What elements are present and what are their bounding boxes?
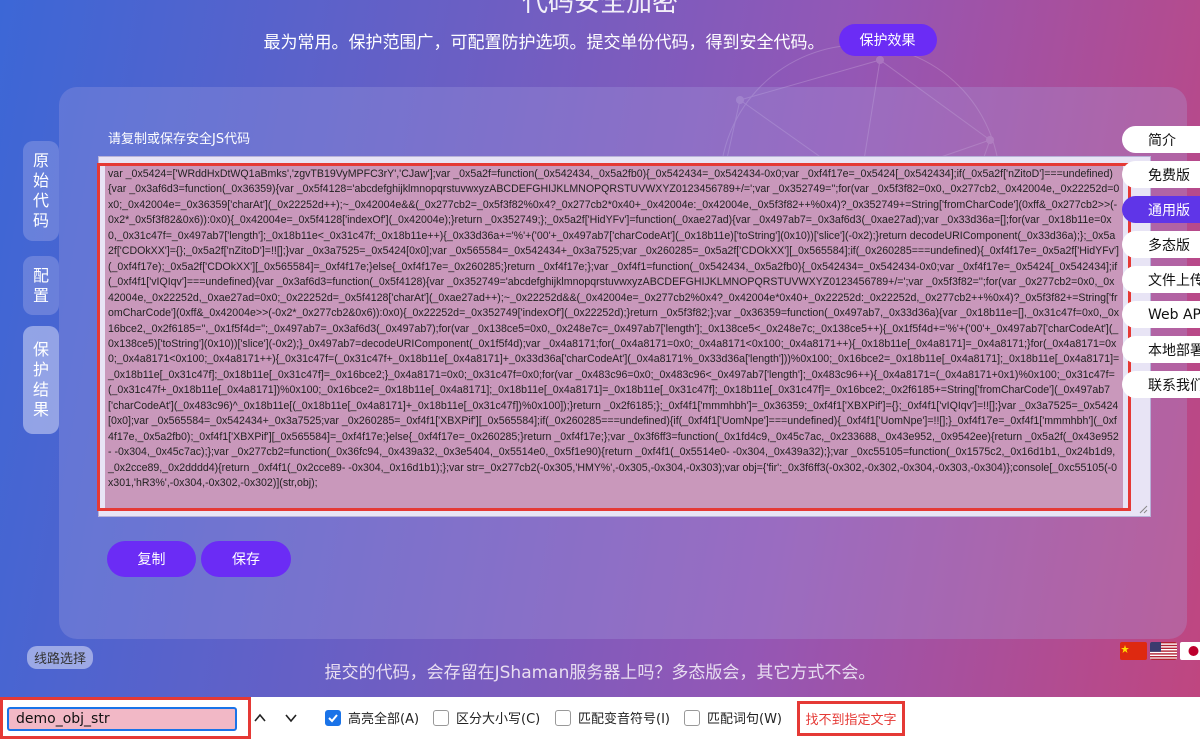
match-diacritics-checkbox[interactable] — [555, 709, 571, 726]
subtitle: 最为常用。保护范围广，可配置防护选项。提交单份代码，得到安全代码。 — [263, 32, 825, 53]
find-previous-button[interactable] — [250, 708, 270, 728]
highlight-all-option[interactable]: 高亮全部(A) — [325, 708, 419, 727]
whole-words-checkbox[interactable] — [684, 709, 700, 726]
match-diacritics-label: 匹配变音符号(I) — [578, 712, 670, 727]
find-status-text: 找不到指定文字 — [805, 713, 897, 728]
find-next-button[interactable] — [281, 708, 301, 728]
japan-flag-icon[interactable] — [1180, 642, 1200, 660]
match-case-label: 区分大小写(C) — [456, 712, 541, 727]
tab-char: 护 — [32, 360, 49, 379]
tab-char: 始 — [32, 171, 49, 190]
find-input[interactable]: demo_obj_str — [7, 707, 237, 731]
nav-item-file-upload[interactable]: 文件上传 — [1122, 266, 1200, 293]
highlight-all-checkbox[interactable] — [325, 709, 341, 726]
china-flag-icon[interactable] — [1120, 642, 1147, 660]
chevron-up-icon — [254, 713, 266, 722]
nav-item-intro[interactable]: 简介 — [1122, 126, 1200, 153]
page-title: 代码安全加密 — [521, 0, 678, 18]
nav-item-local-deploy[interactable]: 本地部署 — [1122, 336, 1200, 363]
match-case-option[interactable]: 区分大小写(C) — [433, 708, 540, 727]
tab-char: 保 — [32, 340, 49, 359]
nav-item-general[interactable]: 通用版 — [1122, 196, 1200, 223]
protection-effect-button[interactable]: 保护效果 — [838, 24, 937, 56]
nav-item-web-api[interactable]: Web API — [1122, 301, 1200, 328]
code-content: var _0x5424=['WRddHxDtWQ1aBmks','zgvTB19… — [108, 168, 1120, 490]
footer-note: 提交的代码，会存留在JShaman服务器上吗？多态版会，其它方式不会。 — [324, 663, 876, 683]
usa-flag-icon[interactable] — [1150, 642, 1177, 660]
code-textarea[interactable]: var _0x5424=['WRddHxDtWQ1aBmks','zgvTB19… — [98, 156, 1151, 517]
resize-handle-icon[interactable] — [1138, 504, 1148, 514]
tab-original-code[interactable]: 原始代码 — [23, 141, 59, 241]
find-input-annotation-box: demo_obj_str — [0, 697, 251, 739]
nav-item-polymorphic[interactable]: 多态版 — [1122, 231, 1200, 258]
save-button[interactable]: 保存 — [201, 541, 291, 577]
code-panel-label: 请复制或保存安全JS代码 — [108, 132, 251, 147]
chevron-down-icon — [285, 714, 297, 723]
tab-protection-result[interactable]: 保护结果 — [23, 326, 59, 434]
tab-char: 结 — [32, 380, 49, 399]
subtitle-row: 最为常用。保护范围广，可配置防护选项。提交单份代码，得到安全代码。 保护效果 — [0, 24, 1200, 56]
tab-char: 配 — [32, 265, 49, 285]
tab-config[interactable]: 配置 — [23, 256, 59, 315]
language-flags — [1120, 642, 1200, 660]
whole-words-label: 匹配词句(W) — [707, 712, 782, 727]
match-case-checkbox[interactable] — [433, 709, 449, 726]
nav-item-free[interactable]: 免费版 — [1122, 161, 1200, 188]
tab-char: 码 — [32, 211, 49, 230]
match-diacritics-option[interactable]: 匹配变音符号(I) — [555, 708, 670, 727]
whole-words-option[interactable]: 匹配词句(W) — [684, 708, 782, 727]
copy-button[interactable]: 复制 — [107, 541, 196, 577]
tab-char: 代 — [32, 191, 49, 210]
nav-item-contact[interactable]: 联系我们 — [1122, 371, 1200, 398]
find-bar: demo_obj_str 高亮全部(A) 区分大小写(C) 匹配变音符号(I) … — [0, 697, 1200, 739]
tab-char: 原 — [32, 151, 49, 170]
code-selection: var _0x5424=['WRddHxDtWQ1aBmks','zgvTB19… — [105, 163, 1123, 511]
find-status-annotation-box: 找不到指定文字 — [797, 701, 905, 736]
highlight-all-label: 高亮全部(A) — [348, 712, 420, 727]
checkmark-icon — [328, 713, 338, 722]
tab-char: 置 — [32, 285, 49, 305]
tab-char: 果 — [32, 400, 49, 419]
